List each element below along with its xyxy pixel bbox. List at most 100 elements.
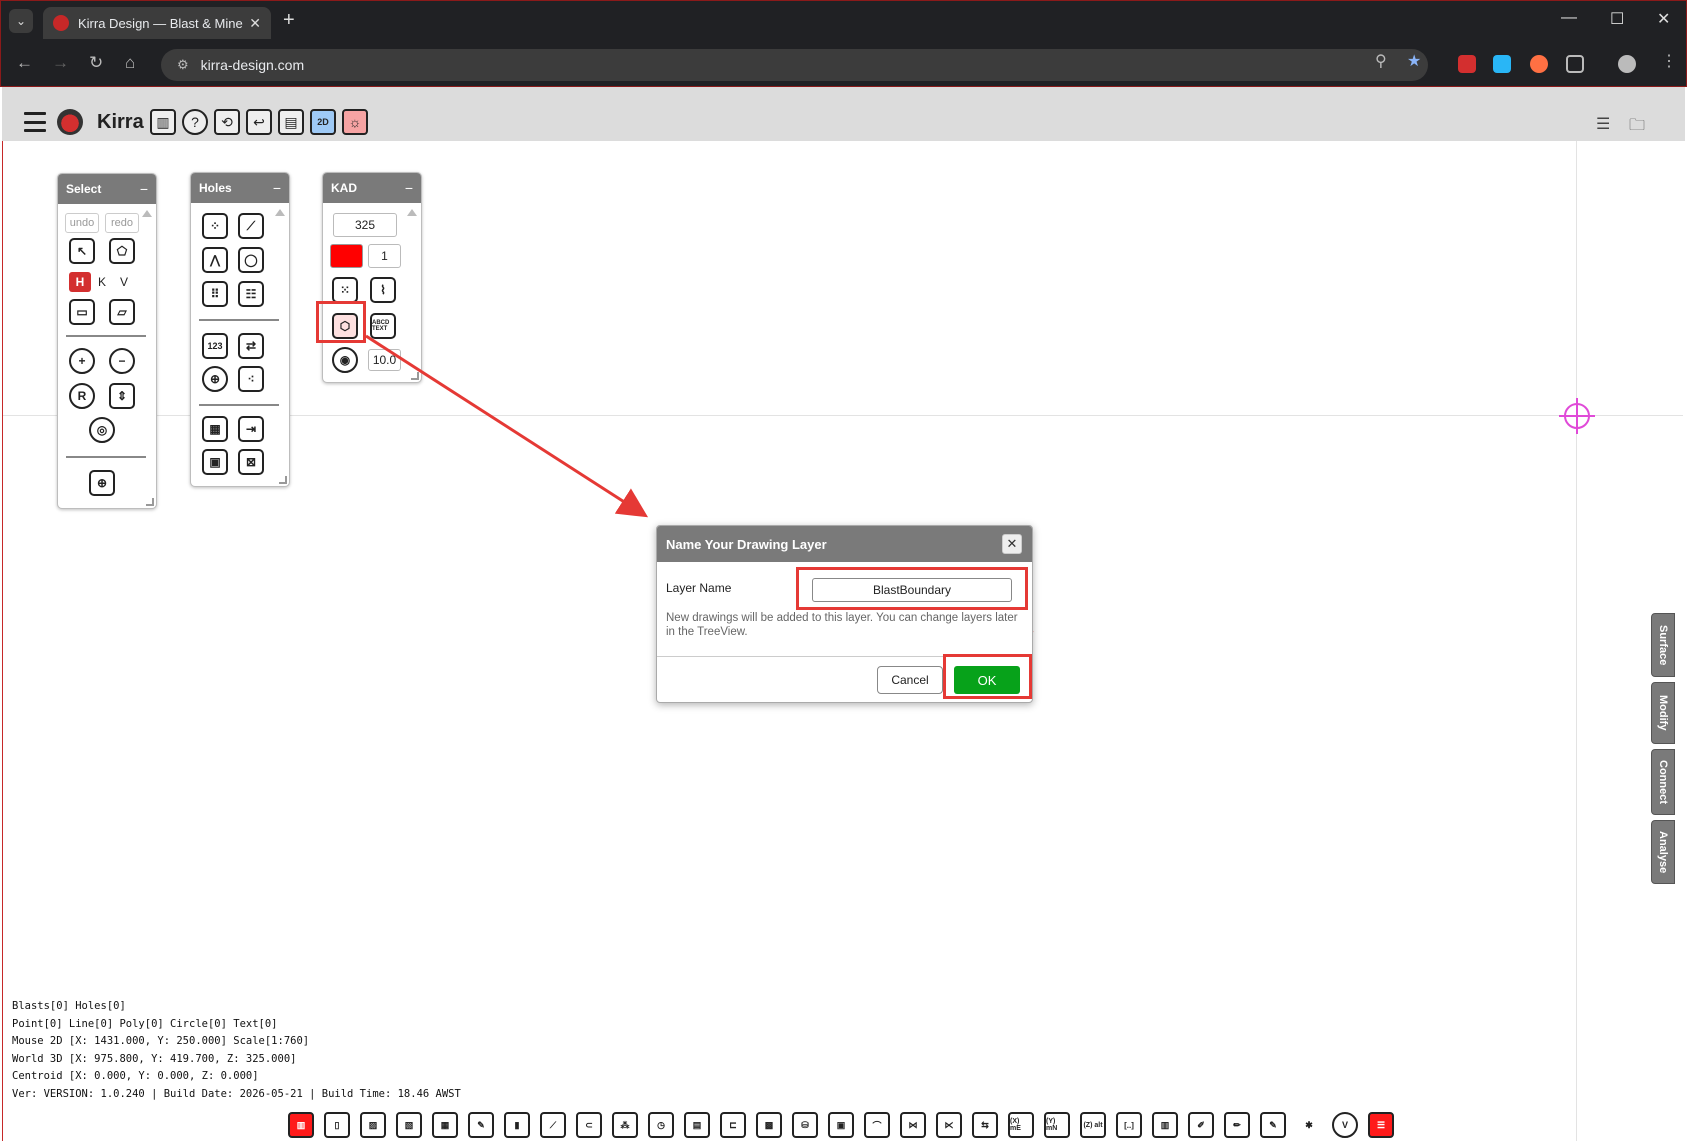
bottom-tool-12-icon[interactable]: ▤ bbox=[684, 1112, 710, 1138]
fit-extents-icon[interactable]: ⇕ bbox=[109, 383, 135, 409]
mode-h-button[interactable]: H bbox=[69, 272, 91, 292]
profile-avatar[interactable] bbox=[1618, 55, 1636, 73]
tab-close-icon[interactable]: ✕ bbox=[249, 15, 261, 32]
tab-analyse[interactable]: Analyse bbox=[1651, 820, 1675, 884]
undo-icon[interactable]: ↩ bbox=[246, 109, 272, 135]
dialog-header[interactable]: Name Your Drawing Layer ✕ bbox=[657, 526, 1032, 562]
add-holes-icon[interactable]: ⁘ bbox=[202, 213, 228, 239]
minimize-button[interactable]: — bbox=[1561, 9, 1577, 27]
sun-icon[interactable]: ☼ bbox=[342, 109, 368, 135]
z-altitude-icon[interactable]: (Z) alt bbox=[1080, 1112, 1106, 1138]
tab-connect[interactable]: Connect bbox=[1651, 749, 1675, 815]
bottom-tool-9-icon[interactable]: ⊂ bbox=[576, 1112, 602, 1138]
minimize-icon[interactable]: − bbox=[405, 180, 413, 196]
table-settings-icon[interactable]: ▦ bbox=[202, 416, 228, 442]
draw-points-icon[interactable]: ⁙ bbox=[332, 277, 358, 303]
bottom-tool-25-icon[interactable]: ▥ bbox=[1152, 1112, 1178, 1138]
site-info-icon[interactable]: ⚙ bbox=[177, 57, 189, 73]
bottom-tool-20-icon[interactable]: ⇆ bbox=[972, 1112, 998, 1138]
scroll-up-icon[interactable] bbox=[407, 209, 417, 216]
redo-button[interactable]: redo bbox=[105, 213, 139, 233]
select-pointer-icon[interactable]: ↖ bbox=[69, 238, 95, 264]
draw-color-swatch[interactable] bbox=[330, 244, 363, 268]
polyline-holes-icon[interactable]: ⋀ bbox=[202, 247, 228, 273]
numbering-icon[interactable]: 123 bbox=[202, 333, 228, 359]
tab-surface[interactable]: Surface bbox=[1651, 613, 1675, 677]
grid-pattern-icon[interactable]: ⠿ bbox=[202, 281, 228, 307]
draw-line-icon[interactable]: ⌇ bbox=[370, 277, 396, 303]
v-shield-icon[interactable]: V bbox=[1332, 1112, 1358, 1138]
forward-icon[interactable]: → bbox=[52, 53, 69, 73]
layout-icon[interactable]: ▤ bbox=[278, 109, 304, 135]
elevation-input[interactable]: 325 bbox=[333, 213, 397, 237]
refresh-icon[interactable]: ⟲ bbox=[214, 109, 240, 135]
home-icon[interactable]: ⌂ bbox=[125, 53, 135, 73]
extension-red-icon[interactable] bbox=[1458, 55, 1476, 73]
extension-sun-icon[interactable] bbox=[1530, 55, 1548, 73]
folder-icon[interactable]: 🗀 bbox=[1629, 114, 1645, 141]
bottom-tool-14-icon[interactable]: ▩ bbox=[756, 1112, 782, 1138]
undo-button[interactable]: undo bbox=[65, 213, 99, 233]
draw-text-icon[interactable]: ABCD TEXT bbox=[370, 313, 396, 339]
select-panel-header[interactable]: Select − bbox=[58, 174, 156, 204]
bottom-tool-10-icon[interactable]: ⁂ bbox=[612, 1112, 638, 1138]
y-northing-icon[interactable]: (Y) mN bbox=[1044, 1112, 1070, 1138]
hamburger-menu-icon[interactable] bbox=[24, 112, 46, 132]
bracket-icon[interactable]: [..] bbox=[1116, 1112, 1142, 1138]
help-icon[interactable]: ? bbox=[182, 109, 208, 135]
extension-cloud-icon[interactable] bbox=[1493, 55, 1511, 73]
crosshair-tool-icon[interactable]: ⊕ bbox=[202, 366, 228, 392]
mode-v-button[interactable]: V bbox=[115, 272, 133, 292]
pattern-a-icon[interactable]: ▣ bbox=[202, 449, 228, 475]
bottom-tool-6-icon[interactable]: ✎ bbox=[468, 1112, 494, 1138]
new-tab-button[interactable]: + bbox=[283, 9, 295, 32]
zoom-in-icon[interactable]: + bbox=[69, 348, 95, 374]
globe-settings-icon[interactable]: ⊕ bbox=[89, 470, 115, 496]
bottom-tool-17-icon[interactable]: ⌒ bbox=[864, 1112, 890, 1138]
browser-tab[interactable]: Kirra Design — Blast & Mine De ✕ bbox=[43, 7, 271, 39]
mode-k-button[interactable]: K bbox=[93, 272, 111, 292]
reset-view-icon[interactable]: R bbox=[69, 383, 95, 409]
scroll-up-icon[interactable] bbox=[275, 209, 285, 216]
circle-holes-icon[interactable]: ◯ bbox=[238, 247, 264, 273]
measure-area-icon[interactable]: ▱ bbox=[109, 299, 135, 325]
bottom-tool-26-icon[interactable]: ✐ bbox=[1188, 1112, 1214, 1138]
bottom-tool-16-icon[interactable]: ▣ bbox=[828, 1112, 854, 1138]
bottom-tool-15-icon[interactable]: ⛁ bbox=[792, 1112, 818, 1138]
bottom-tool-4-icon[interactable]: ▧ bbox=[396, 1112, 422, 1138]
resize-handle-icon[interactable] bbox=[146, 498, 154, 506]
zoom-icon[interactable]: ⚲ bbox=[1375, 51, 1387, 71]
minimize-icon[interactable]: − bbox=[140, 181, 148, 197]
holes-panel-header[interactable]: Holes − bbox=[191, 173, 289, 203]
x-easting-icon[interactable]: (X) mE bbox=[1008, 1112, 1034, 1138]
tab-search-button[interactable]: ⌄ bbox=[9, 9, 33, 33]
swap-icon[interactable]: ⇄ bbox=[238, 333, 264, 359]
bottom-tool-8-icon[interactable]: ⟋ bbox=[540, 1112, 566, 1138]
window-close-button[interactable]: ✕ bbox=[1657, 9, 1670, 29]
select-polygon-icon[interactable]: ⬠ bbox=[109, 238, 135, 264]
bottom-tool-27-icon[interactable]: ✏ bbox=[1224, 1112, 1250, 1138]
bookmark-star-icon[interactable]: ★ bbox=[1407, 51, 1421, 71]
bottom-tool-5-icon[interactable]: ▦ bbox=[432, 1112, 458, 1138]
radius-input[interactable]: 10.0 bbox=[368, 349, 401, 371]
zoom-out-icon[interactable]: − bbox=[109, 348, 135, 374]
measure-ruler-icon[interactable]: ▭ bbox=[69, 299, 95, 325]
book-icon[interactable]: ▥ bbox=[150, 109, 176, 135]
cancel-button[interactable]: Cancel bbox=[877, 666, 943, 694]
maximize-button[interactable]: ☐ bbox=[1610, 9, 1624, 29]
bottom-tool-13-icon[interactable]: ⊏ bbox=[720, 1112, 746, 1138]
list-red-icon[interactable]: ☰ bbox=[1368, 1112, 1394, 1138]
bottom-tool-18-icon[interactable]: ⋈ bbox=[900, 1112, 926, 1138]
resize-handle-icon[interactable] bbox=[411, 372, 419, 380]
back-icon[interactable]: ← bbox=[16, 53, 33, 73]
address-bar[interactable]: ⚙ kirra-design.com bbox=[161, 49, 1428, 81]
reload-icon[interactable]: ↻ bbox=[89, 53, 103, 73]
bottom-tool-28-icon[interactable]: ✎ bbox=[1260, 1112, 1286, 1138]
tab-modify[interactable]: Modify bbox=[1651, 682, 1675, 744]
export-icon[interactable]: ⇥ bbox=[238, 416, 264, 442]
dialog-close-icon[interactable]: ✕ bbox=[1002, 534, 1022, 554]
minimize-icon[interactable]: − bbox=[273, 180, 281, 196]
target-icon[interactable]: ◎ bbox=[89, 417, 115, 443]
add-line-icon[interactable]: ⟋ bbox=[238, 213, 264, 239]
bottom-tool-7-icon[interactable]: ▮ bbox=[504, 1112, 530, 1138]
